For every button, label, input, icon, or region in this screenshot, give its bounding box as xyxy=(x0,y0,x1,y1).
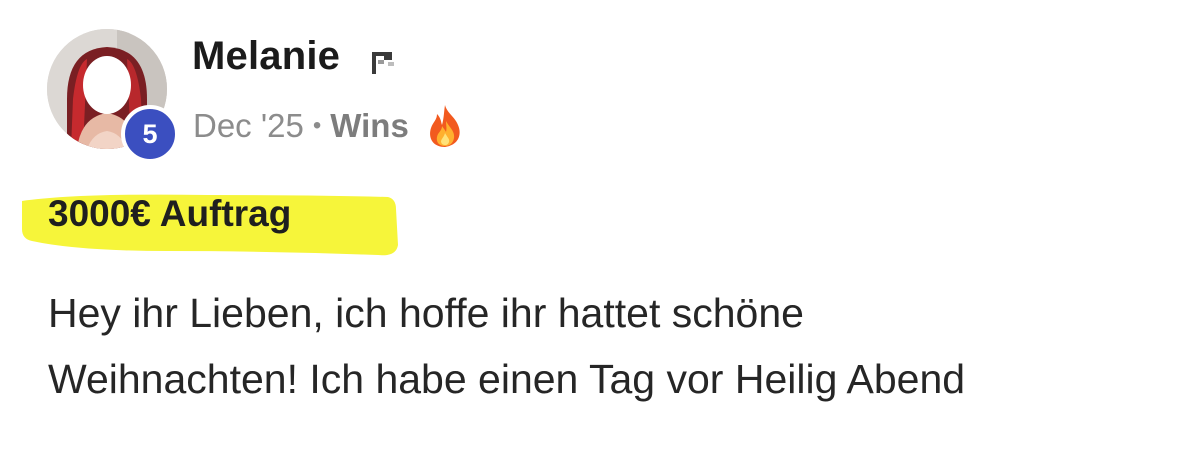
post-meta: Dec '25 • Wins xyxy=(193,103,465,149)
fire-icon xyxy=(429,105,460,147)
author-name[interactable]: Melanie xyxy=(192,34,340,79)
meta-separator: • xyxy=(312,112,322,139)
post-body-line: Weihnachten! Ich habe einen Tag vor Heil… xyxy=(48,356,966,402)
post-body-line: Hey ihr Lieben, ich hoffe ihr hattet sch… xyxy=(48,290,804,336)
post-title-block[interactable]: 3000€ Auftrag xyxy=(18,183,400,261)
post-title: 3000€ Auftrag xyxy=(48,193,292,234)
post-card: 5 Melanie Dec '25 • Wins 3000€ Auftrag H… xyxy=(0,0,1179,458)
post-body: Hey ihr Lieben, ich hoffe ihr hattet sch… xyxy=(48,280,1158,412)
level-badge: 5 xyxy=(121,105,179,163)
post-category[interactable]: Wins xyxy=(330,107,409,145)
author-avatar-group[interactable]: 5 xyxy=(47,29,179,163)
flag-icon xyxy=(372,52,394,74)
post-date: Dec '25 xyxy=(193,107,304,144)
